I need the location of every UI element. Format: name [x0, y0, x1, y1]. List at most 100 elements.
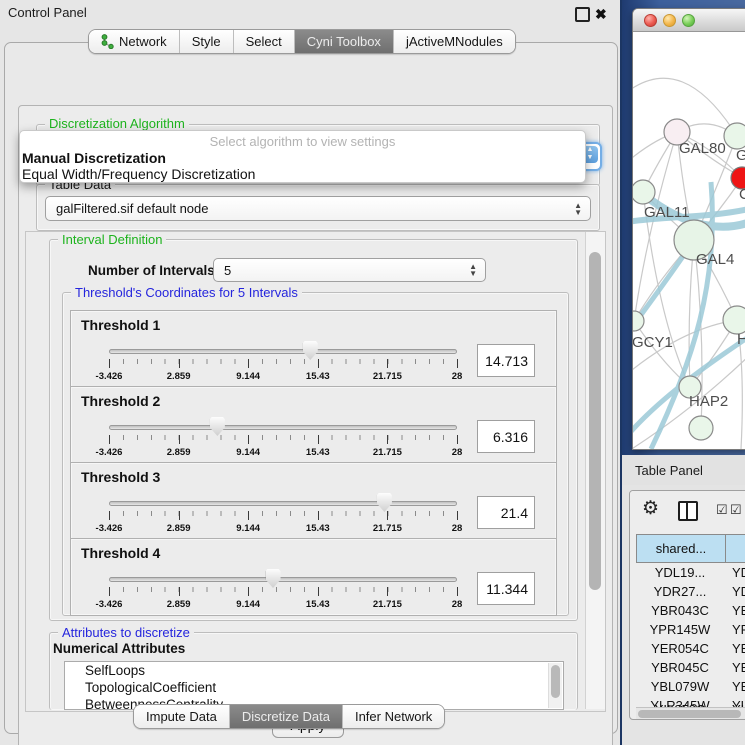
threshold-2-value-field[interactable]: 6.316 — [477, 420, 535, 453]
threshold-4-value-field[interactable]: 11.344 — [477, 572, 535, 605]
tab-select[interactable]: Select — [234, 30, 295, 53]
desktop-area: GAL80 GA C GAL11 GAL4 GCY1 H HAP2 Table … — [620, 0, 745, 745]
cell-name[interactable]: YER0 — [732, 641, 745, 656]
cell-shared-name[interactable]: YPR145W — [638, 622, 722, 637]
cell-shared-name[interactable]: YBR045C — [638, 660, 722, 675]
threshold-1-label: Threshold 1 — [81, 317, 160, 333]
list-scrollbar-thumb[interactable] — [551, 665, 560, 698]
cell-name[interactable]: YPR1 — [732, 622, 745, 637]
cell-name[interactable]: YBR0 — [732, 603, 745, 618]
settings-scrollbar[interactable] — [585, 232, 605, 709]
list-item[interactable]: TopologicalCoefficient — [65, 679, 563, 696]
select-all-checkbox-icon[interactable]: ☑ — [716, 503, 728, 516]
node-h[interactable] — [723, 306, 745, 334]
numerical-attributes-label: Numerical Attributes — [53, 641, 185, 656]
tab-jactivemnodules-label: jActiveMNodules — [406, 34, 503, 49]
threshold-1-thumb[interactable] — [303, 341, 318, 360]
tab-infer-network[interactable]: Infer Network — [343, 705, 444, 728]
threshold-2-thumb[interactable] — [210, 417, 225, 436]
table-row[interactable]: YDL19... YDL1 — [636, 565, 745, 584]
zoom-window-icon[interactable] — [682, 14, 695, 27]
list-scrollbar[interactable] — [548, 663, 562, 708]
numerical-attributes-list[interactable]: SelfLoops TopologicalCoefficient Between… — [64, 661, 564, 710]
table-row[interactable]: YPR145W YPR1 — [636, 622, 745, 641]
network-graph: GAL80 GA C GAL11 GAL4 GCY1 H HAP2 — [633, 32, 745, 449]
cell-name[interactable]: YBL0 — [732, 679, 745, 694]
list-item[interactable]: SelfLoops — [65, 662, 563, 679]
threshold-4-slider[interactable]: -3.4262.8599.14415.4321.71528 — [109, 575, 457, 611]
threshold-coordinates-label: Threshold's Coordinates for 5 Intervals — [71, 285, 302, 300]
select-none-checkbox-icon[interactable]: ☑ — [730, 503, 742, 516]
table-scrollbar-thumb[interactable] — [638, 710, 741, 718]
algorithm-prompt: Select algorithm to view settings — [20, 131, 585, 150]
slider-track[interactable] — [109, 425, 457, 430]
tab-cyni-toolbox[interactable]: Cyni Toolbox — [295, 30, 394, 53]
threshold-4-thumb[interactable] — [266, 569, 281, 588]
slider-tick-label: 9.144 — [236, 371, 260, 382]
cell-shared-name[interactable]: YBR043C — [638, 603, 722, 618]
close-window-icon[interactable] — [644, 14, 657, 27]
column-header-name[interactable]: na — [725, 534, 745, 563]
cell-name[interactable]: YDR2 — [732, 584, 745, 599]
node-gal11[interactable] — [633, 180, 655, 204]
num-intervals-combobox[interactable]: 5 ▲▼ — [213, 258, 486, 282]
network-icon — [101, 34, 114, 49]
threshold-3-slider[interactable]: -3.4262.8599.14415.4321.71528 — [109, 499, 457, 535]
table-horizontal-scrollbar[interactable] — [636, 707, 745, 720]
option-equal-width-frequency[interactable]: Equal Width/Frequency Discretization — [20, 166, 585, 182]
tab-style[interactable]: Style — [180, 30, 234, 53]
num-intervals-value: 5 — [224, 263, 231, 278]
threshold-3-value-field[interactable]: 21.4 — [477, 496, 535, 529]
option-manual-discretization[interactable]: Manual Discretization — [20, 150, 585, 166]
tab-jactivemnodules[interactable]: jActiveMNodules — [394, 30, 515, 53]
gear-icon[interactable]: ⚙ — [642, 498, 659, 520]
cell-shared-name[interactable]: YER054C — [638, 641, 722, 656]
threshold-1-slider[interactable]: -3.4262.8599.14415.4321.71528 — [109, 347, 457, 383]
table-panel-titlebar: Table Panel — [622, 455, 745, 485]
tab-impute-data[interactable]: Impute Data — [134, 705, 230, 728]
float-window-icon[interactable] — [575, 7, 590, 22]
tab-network[interactable]: Network — [89, 30, 180, 53]
network-nodes[interactable] — [633, 119, 745, 440]
cell-name[interactable]: YDL1 — [732, 565, 745, 580]
table-row[interactable]: YBR045C YBR0 — [636, 660, 745, 679]
table-row[interactable]: YER054C YER0 — [636, 641, 745, 660]
settings-scrollbar-thumb[interactable] — [589, 252, 601, 590]
table-data-combobox[interactable]: galFiltered.sif default node ▲▼ — [45, 196, 591, 221]
slider-major-tick — [318, 587, 319, 596]
slider-major-tick — [248, 359, 249, 368]
threshold-1-panel: Threshold 1 -3.4262.8599.14415.4321.7152… — [70, 310, 557, 388]
slider-minor-ticks — [109, 359, 457, 364]
cell-shared-name[interactable]: YDL19... — [638, 565, 722, 580]
threshold-2-slider[interactable]: -3.4262.8599.14415.4321.71528 — [109, 423, 457, 459]
threshold-3-panel: Threshold 3 -3.4262.8599.14415.4321.7152… — [70, 462, 557, 540]
slider-tick-label: 15.43 — [306, 447, 330, 458]
threshold-3-thumb[interactable] — [377, 493, 392, 512]
algorithm-dropdown-popup: Select algorithm to view settings Manual… — [19, 130, 586, 183]
minimize-window-icon[interactable] — [663, 14, 676, 27]
tab-discretize-data[interactable]: Discretize Data — [230, 705, 343, 728]
slider-tick-label: -3.426 — [96, 599, 123, 610]
table-row[interactable]: YBL079W YBL0 — [636, 679, 745, 698]
slider-major-tick — [457, 511, 458, 520]
slider-track[interactable] — [109, 577, 457, 582]
threshold-4-panel: Threshold 4 -3.4262.8599.14415.4321.7152… — [70, 538, 557, 616]
slider-track[interactable] — [109, 501, 457, 506]
tab-network-label: Network — [119, 34, 167, 49]
cell-shared-name[interactable]: YBL079W — [638, 679, 722, 694]
table-row[interactable]: YBR043C YBR0 — [636, 603, 745, 622]
close-icon[interactable]: ✖ — [595, 7, 607, 21]
cell-name[interactable]: YBR0 — [732, 660, 745, 675]
node-bottom[interactable] — [689, 416, 713, 440]
control-panel-window: Control Panel ✖ Network Style Select Cyn — [0, 0, 620, 745]
node-top-right[interactable] — [724, 123, 745, 149]
show-columns-icon[interactable] — [678, 501, 698, 521]
network-canvas[interactable]: GAL80 GA C GAL11 GAL4 GCY1 H HAP2 — [633, 32, 745, 449]
column-header-shared-name[interactable]: shared... — [636, 534, 726, 563]
cell-shared-name[interactable]: YDR27... — [638, 584, 722, 599]
slider-tick-label: 15.43 — [306, 371, 330, 382]
table-row[interactable]: YDR27... YDR2 — [636, 584, 745, 603]
slider-track[interactable] — [109, 349, 457, 354]
network-view-window[interactable]: GAL80 GA C GAL11 GAL4 GCY1 H HAP2 — [632, 8, 745, 450]
threshold-1-value-field[interactable]: 14.713 — [477, 344, 535, 377]
